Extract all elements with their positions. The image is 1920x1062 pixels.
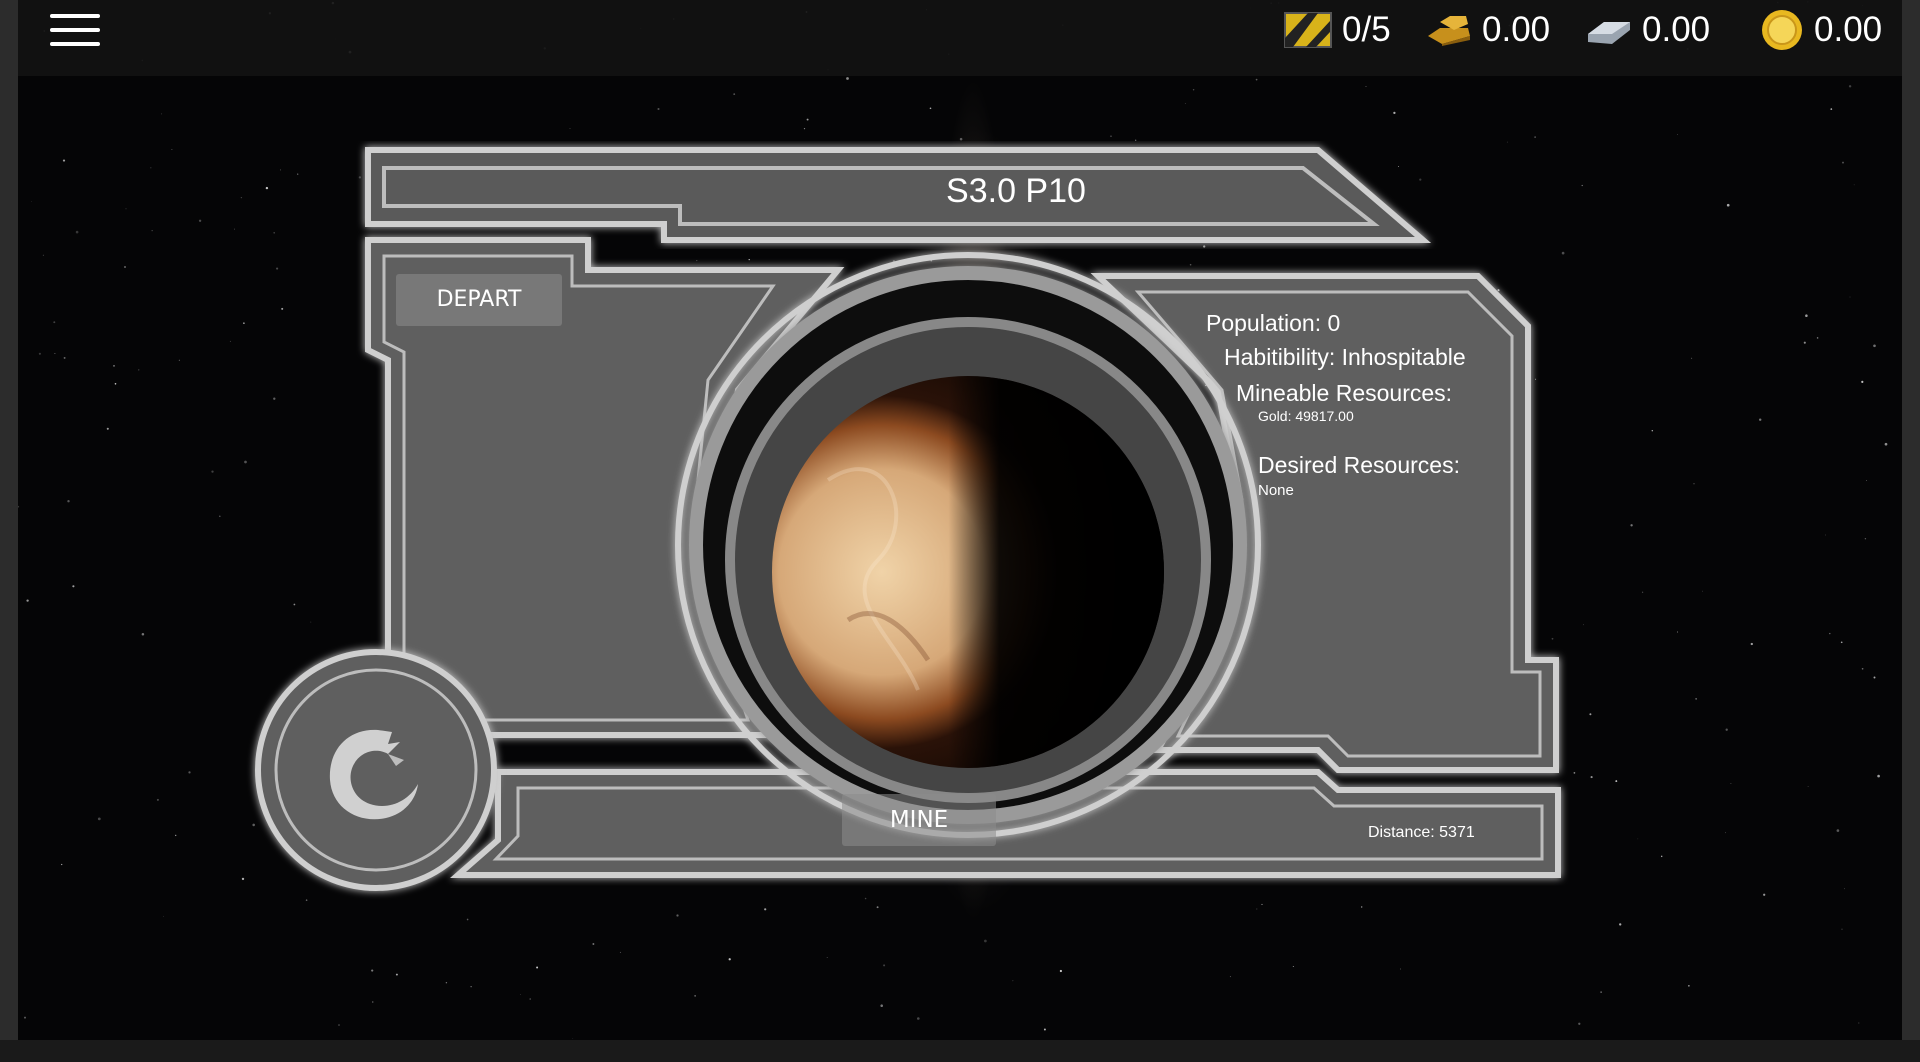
habitability-label: Habitibility: Inhospitable [1224,344,1466,370]
planet-title: S3.0 P10 [946,172,1086,210]
mineable-resources-value: Gold: 49817.00 [1258,408,1354,424]
gold-bars-icon [1428,16,1470,46]
resource-bar: 0/5 0.00 0.00 0.00 [18,0,1902,76]
gold-counter: 0.00 [1426,6,1550,54]
game-viewport: 0/5 0.00 0.00 0.00 S3.0 P10 DEPART MINE … [18,0,1902,1040]
right-border [1902,0,1920,1062]
planet-image [772,376,1164,768]
bottom-border [0,1040,1920,1062]
cargo-counter: 0/5 [1284,6,1391,54]
hamburger-menu-icon[interactable] [50,10,102,50]
gold-value: 0.00 [1482,10,1551,49]
mine-button[interactable]: MINE [842,794,996,846]
distance-label: Distance: 5371 [1368,824,1475,841]
silver-counter: 0.00 [1586,6,1710,54]
wolf-crescent-emblem-icon[interactable] [308,720,428,830]
mineable-resources-heading: Mineable Resources: [1236,380,1453,406]
left-border [0,0,18,1062]
desired-resources-heading: Desired Resources: [1258,452,1460,478]
depart-button[interactable]: DEPART [396,274,562,326]
cargo-value: 0/5 [1342,10,1391,49]
population-label: Population: 0 [1206,310,1341,336]
coin-value: 0.00 [1814,10,1883,49]
silver-bar-icon [1588,22,1630,44]
planet-info-panel [255,147,1561,891]
coin-counter: 0.00 [1760,6,1882,54]
hazard-crate-icon [1284,12,1332,48]
silver-value: 0.00 [1642,10,1711,49]
gold-coin-icon [1762,10,1802,50]
desired-resources-value: None [1258,482,1294,499]
